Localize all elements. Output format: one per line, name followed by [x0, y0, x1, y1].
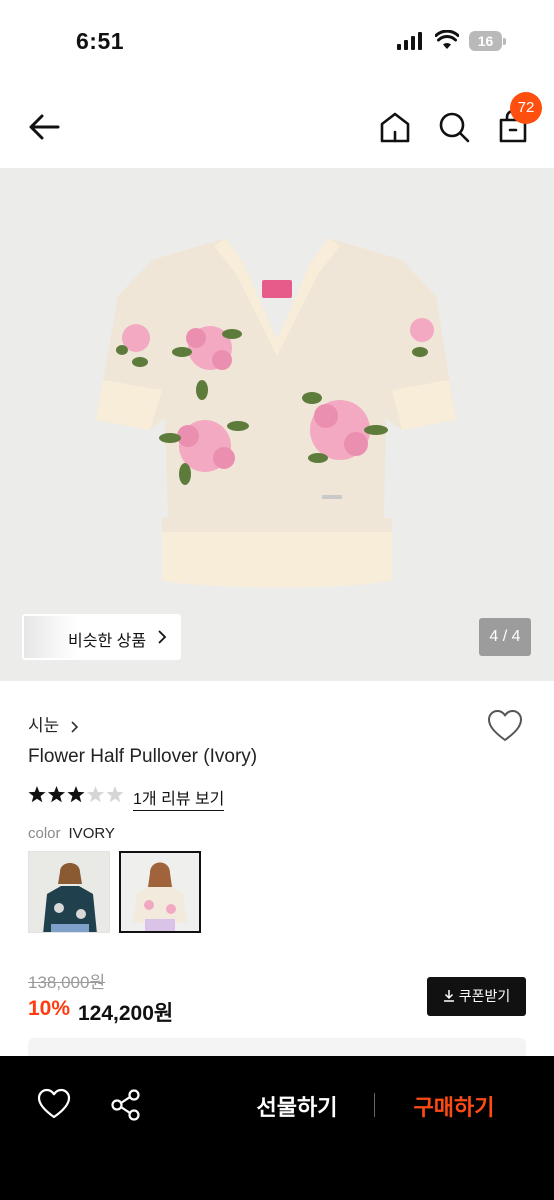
color-swatch-ivory[interactable] — [119, 851, 201, 933]
final-price: 124,200원 — [78, 1002, 174, 1025]
battery-level: 16 — [469, 31, 502, 51]
discount-rate: 10% — [28, 997, 71, 1020]
bottom-action-bar: 선물하기 구매하기 — [0, 1056, 554, 1200]
coupon-download-button[interactable]: 쿠폰받기 — [427, 977, 526, 1016]
gift-button[interactable]: 선물하기 — [236, 1090, 358, 1122]
wifi-icon — [435, 30, 459, 49]
download-icon — [443, 990, 454, 1003]
original-price: 138,000원 — [28, 973, 106, 992]
color-label: color — [28, 825, 61, 842]
image-page-indicator: 4 / 4 — [479, 618, 531, 656]
search-icon[interactable] — [434, 106, 474, 148]
arrow-left-icon[interactable] — [24, 106, 66, 148]
color-value: IVORY — [68, 825, 115, 842]
similar-products-button[interactable]: 비슷한 상품 — [22, 614, 181, 660]
status-time: 6:51 — [76, 28, 125, 54]
star-filled-icon — [47, 786, 66, 803]
buy-button[interactable]: 구매하기 — [396, 1090, 512, 1122]
battery-icon: 16 — [469, 31, 506, 51]
product-name: Flower Half Pullover (Ivory) — [28, 746, 258, 767]
heart-icon[interactable] — [36, 1087, 72, 1121]
review-link[interactable]: 1개 리뷰 보기 — [133, 785, 225, 811]
cellular-signal-icon — [397, 32, 422, 50]
divider — [374, 1093, 375, 1117]
chevron-right-icon — [158, 630, 167, 644]
cart-count-badge[interactable]: 72 — [510, 92, 542, 124]
status-bar: 6:51 16 — [0, 0, 554, 84]
home-icon[interactable] — [376, 106, 414, 148]
coupon-label: 쿠폰받기 — [458, 988, 511, 1004]
product-photo — [96, 238, 456, 588]
color-option-row: color IVORY — [28, 825, 115, 842]
share-icon[interactable] — [108, 1087, 144, 1123]
top-navigation — [0, 84, 554, 168]
color-swatch-navy[interactable] — [28, 851, 110, 933]
brand-name: 시눈 — [28, 716, 60, 735]
heart-icon[interactable] — [486, 708, 524, 744]
similar-products-label: 비슷한 상품 — [68, 633, 147, 650]
star-empty-icon — [86, 786, 105, 803]
brand-link[interactable]: 시눈 — [28, 711, 80, 735]
star-filled-icon — [28, 786, 46, 803]
chevron-right-icon — [71, 721, 78, 733]
star-empty-icon — [106, 786, 124, 803]
star-rating — [28, 786, 124, 803]
product-image-gallery[interactable]: 비슷한 상품 4 / 4 — [0, 168, 554, 681]
star-filled-icon — [67, 786, 85, 803]
